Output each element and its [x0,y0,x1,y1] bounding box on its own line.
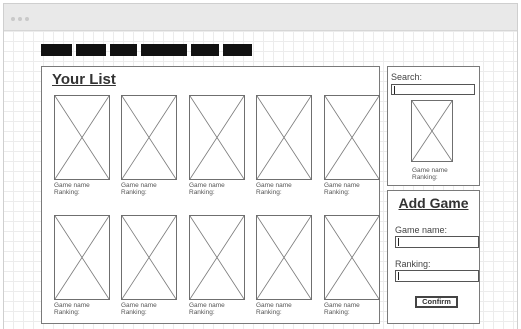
game-image-placeholder[interactable] [324,215,380,300]
game-name-text: Game name [54,182,90,189]
image-placeholder-icon [190,216,244,299]
game-ranking-text: Ranking: [256,309,282,316]
game-name-label: Game name: [395,225,448,235]
game-name-text: Game name [189,182,225,189]
game-ranking-text: Ranking: [54,309,80,316]
text-caret [394,86,395,94]
window-close-dot[interactable] [11,17,15,21]
game-image-placeholder[interactable] [189,215,245,300]
game-image-placeholder[interactable] [189,95,245,180]
game-ranking-text: Ranking: [121,189,147,196]
image-placeholder-icon [257,216,311,299]
game-name-text: Game name [54,302,90,309]
game-name-field[interactable] [395,236,479,248]
image-placeholder-icon [122,216,176,299]
ranking-label: Ranking: [395,259,431,269]
search-input[interactable] [391,84,475,95]
game-image-placeholder[interactable] [256,95,312,180]
nav-item-3[interactable] [110,44,137,56]
game-image-placeholder[interactable] [121,95,177,180]
search-panel: Search: Game name Ranking: [387,66,480,186]
game-image-placeholder[interactable] [121,215,177,300]
image-placeholder-icon [122,96,176,179]
search-result-image-placeholder[interactable] [411,100,453,162]
image-placeholder-icon [257,96,311,179]
search-label: Search: [391,72,423,82]
game-ranking-text: Ranking: [121,309,147,316]
game-name-text: Game name [324,302,360,309]
game-image-placeholder[interactable] [54,95,110,180]
game-ranking-text: Ranking: [256,189,282,196]
game-name-text: Game name [121,182,157,189]
game-ranking-text: Ranking: [189,189,215,196]
game-ranking-text: Ranking: [324,189,350,196]
browser-window: Your List Game name Ranking: Game name Rank… [3,3,518,329]
nav-item-5[interactable] [191,44,219,56]
game-image-placeholder[interactable] [256,215,312,300]
text-caret [398,272,399,280]
game-name-text: Game name [189,302,225,309]
game-name-text: Game name [121,302,157,309]
window-minimize-dot[interactable] [18,17,22,21]
game-image-placeholder[interactable] [324,95,380,180]
game-ranking-text: Ranking: [324,309,350,316]
nav-item-1[interactable] [41,44,72,56]
window-titlebar [4,4,517,31]
image-placeholder-icon [412,101,452,161]
game-name-text: Game name [256,182,292,189]
list-title: Your List [52,71,116,88]
image-placeholder-icon [55,216,109,299]
game-name-text: Game name [256,302,292,309]
image-placeholder-icon [55,96,109,179]
add-game-title: Add Game [398,195,469,211]
image-placeholder-icon [325,216,379,299]
game-ranking-text: Ranking: [189,309,215,316]
game-image-placeholder[interactable] [54,215,110,300]
window-maximize-dot[interactable] [25,17,29,21]
nav-item-4[interactable] [141,44,187,56]
game-ranking-text: Ranking: [54,189,80,196]
game-name-text: Game name [324,182,360,189]
image-placeholder-icon [190,96,244,179]
text-caret [398,238,399,246]
ranking-field[interactable] [395,270,479,282]
search-result-ranking: Ranking: [412,174,438,181]
your-list-panel: Your List Game name Ranking: Game name Rank… [41,66,380,324]
image-placeholder-icon [325,96,379,179]
nav-item-6[interactable] [223,44,252,56]
add-game-panel: Add Game Game name: Ranking: Confirm [387,190,480,324]
search-result-name: Game name [412,167,448,174]
nav-item-2[interactable] [76,44,106,56]
confirm-button[interactable]: Confirm [415,296,458,308]
